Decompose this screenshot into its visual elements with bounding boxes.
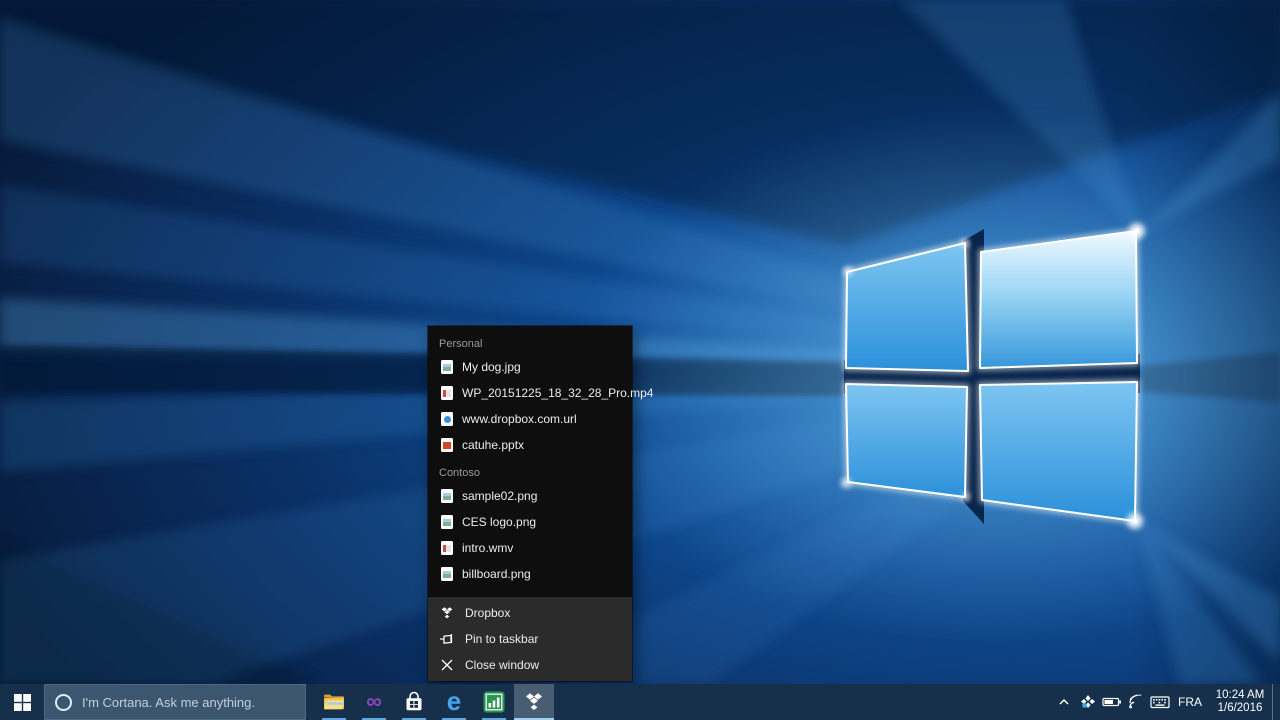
clock[interactable]: 10:24 AM 1/6/2016 [1208,684,1272,720]
tray-app-button[interactable] [1076,684,1100,720]
jumplist-item[interactable]: WP_20151225_18_32_28_Pro.mp4 [428,380,632,406]
store-icon [402,690,426,714]
jumplist-item-label: WP_20151225_18_32_28_Pro.mp4 [462,386,653,400]
search-input[interactable] [82,695,295,710]
jumplist-close-window[interactable]: Close window [428,652,632,678]
keyboard-icon [1150,694,1170,710]
taskbar-dropbox-button[interactable] [514,684,554,720]
jumplist-launch-dropbox[interactable]: Dropbox [428,600,632,626]
taskbar-file-explorer-button[interactable] [314,684,354,720]
show-hidden-icons-button[interactable] [1052,684,1076,720]
image-file-icon [441,515,453,529]
cortana-icon [55,694,72,711]
jumplist-section-title: Contoso [428,463,632,483]
video-file-icon [441,541,453,555]
jumplist-item-label: www.dropbox.com.url [462,412,577,426]
dropbox-icon [522,690,546,714]
close-icon [439,657,455,673]
jumplist-item[interactable]: CES logo.png [428,509,632,535]
dropbox-jumplist: Personal My dog.jpg WP_20151225_18_32_28… [428,326,632,681]
jumplist-action-label: Close window [465,658,539,672]
video-file-icon [441,386,453,400]
language-indicator[interactable]: FRA [1172,684,1208,720]
jumplist-item[interactable]: catuhe.pptx [428,432,632,458]
jumplist-item-label: My dog.jpg [462,360,521,374]
pin-icon [439,631,455,647]
jumplist-action-label: Pin to taskbar [465,632,538,646]
dropbox-icon [439,605,455,621]
battery-icon [1102,694,1122,710]
taskbar-store-button[interactable] [394,684,434,720]
svg-text:e: e [447,689,461,715]
clock-time: 10:24 AM [1216,689,1265,702]
jumplist-item-label: CES logo.png [462,515,536,529]
jumplist-actions-panel: Dropbox Pin to taskbar [428,597,632,681]
jumplist-item[interactable]: intro.wmv [428,535,632,561]
jumplist-item-label: billboard.png [462,567,531,581]
desktop-wallpaper [0,0,1280,684]
network-button[interactable] [1124,684,1148,720]
start-button[interactable] [0,684,44,720]
wifi-icon [1127,694,1145,710]
taskbar-excel-button[interactable] [474,684,514,720]
jumplist-item-label: intro.wmv [462,541,513,555]
taskbar-apps: ∞ e [314,684,554,720]
battery-button[interactable] [1100,684,1124,720]
taskbar-edge-button[interactable]: e [434,684,474,720]
language-label: FRA [1178,695,1202,709]
image-file-icon [441,567,453,581]
jumplist-item[interactable]: sample02.png [428,483,632,509]
chevron-up-icon [1056,694,1072,710]
visual-studio-icon: ∞ [362,690,386,714]
touch-keyboard-button[interactable] [1148,684,1172,720]
taskbar: ∞ e [0,684,1280,720]
excel-icon [482,690,506,714]
windows-hero-wallpaper [0,0,1280,684]
jumplist-item[interactable]: billboard.png [428,561,632,587]
cortana-search-box[interactable] [44,684,306,720]
windows-start-icon [14,694,31,711]
clock-date: 1/6/2016 [1218,702,1263,715]
taskbar-visual-studio-button[interactable]: ∞ [354,684,394,720]
image-file-icon [441,360,453,374]
jumplist-item-label: catuhe.pptx [462,438,524,452]
jumplist-item[interactable]: My dog.jpg [428,354,632,380]
presentation-file-icon [441,438,453,452]
jumplist-item[interactable]: www.dropbox.com.url [428,406,632,432]
svg-text:∞: ∞ [366,690,382,714]
show-desktop-button[interactable] [1272,684,1280,720]
file-explorer-icon [322,690,346,714]
link-file-icon [441,412,453,426]
app-tray-icon [1080,694,1096,710]
system-tray: FRA 10:24 AM 1/6/2016 [1052,684,1280,720]
jumplist-action-label: Dropbox [465,606,510,620]
edge-icon: e [441,689,467,715]
jumplist-item-label: sample02.png [462,489,537,503]
image-file-icon [441,489,453,503]
jumplist-files-panel: Personal My dog.jpg WP_20151225_18_32_28… [428,326,632,597]
jumplist-pin-to-taskbar[interactable]: Pin to taskbar [428,626,632,652]
jumplist-section-title: Personal [428,334,632,354]
